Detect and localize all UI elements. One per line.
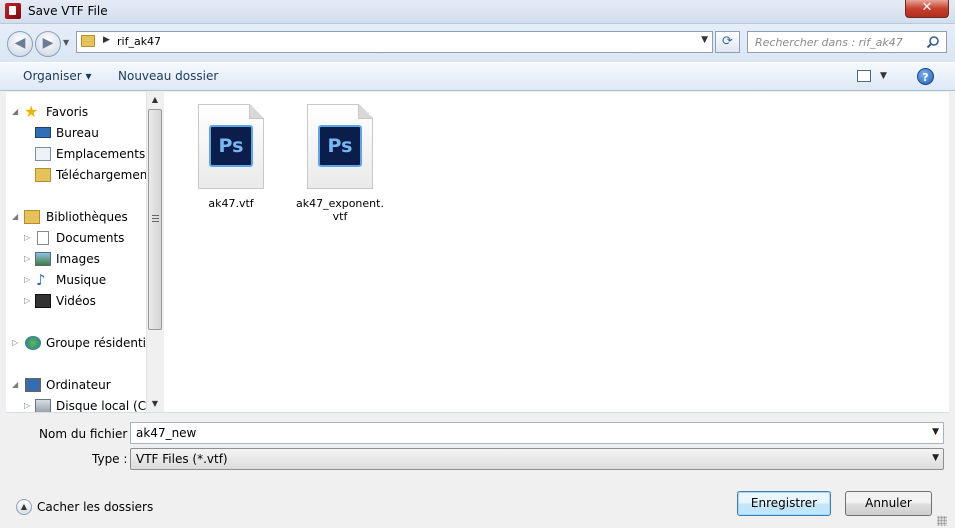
file-name: ak47.vtf [208,197,254,210]
app-icon [5,3,21,19]
scrollbar-thumb[interactable] [148,109,162,330]
navigation-pane: ◢ ★ Favoris Bureau Emplacements récents … [6,92,163,412]
search-input[interactable] [748,32,918,52]
window-title: Save VTF File [28,4,108,18]
tree-item-label: Téléchargements [56,168,159,182]
expand-arrow-icon[interactable]: ▷ [24,291,34,311]
refresh-button[interactable]: ⟳ [715,31,740,53]
videos-icon [35,294,51,308]
file-type-value: VTF Files (*.vtf) [136,452,228,466]
scroll-grip-icon [152,215,159,222]
tree-item-label: Images [56,252,100,266]
recent-locations-dropdown-icon[interactable]: ▼ [63,38,69,47]
folder-icon [81,35,95,47]
tree-item-label: Ordinateur [46,378,111,392]
expand-arrow-icon[interactable]: ▷ [24,249,34,269]
local-disk-icon [35,399,51,412]
new-folder-button[interactable]: Nouveau dossier [118,69,218,83]
address-dropdown-icon[interactable]: ▼ [701,35,708,45]
tree-item-label: Favoris [46,105,89,119]
downloads-folder-icon [35,168,51,182]
type-label: Type : [92,452,128,466]
collapse-arrow-icon[interactable]: ◢ [12,375,22,395]
tree-item-label: Vidéos [56,294,96,308]
tree-item-label: Disque local (C:) [56,399,155,412]
file-list-pane: Ps ak47.vtf Ps ak47_exponent.vtf [164,92,949,412]
tree-item-label: Bureau [56,126,99,140]
back-button[interactable]: ◀ [7,31,33,57]
breadcrumb-separator-icon[interactable]: ▶ [103,35,110,45]
navigation-bar: ◀ ▶ ▼ ▶ rif_ak47 ▼ ⟳ [0,24,955,62]
collapse-arrow-icon[interactable]: ◢ [12,102,22,122]
chevron-up-icon[interactable]: ▲ [16,499,32,515]
breadcrumb-item[interactable]: rif_ak47 [117,35,161,48]
change-view-icon[interactable] [857,70,871,82]
recent-places-icon [35,147,51,161]
organiser-menu-button[interactable]: Organiser ▾ [23,69,91,83]
save-button[interactable]: Enregistrer [737,491,831,516]
homegroup-icon [25,336,41,350]
photoshop-file-icon: Ps [209,125,253,167]
filename-input[interactable] [131,423,911,443]
file-name: ak47_exponent.vtf [296,197,384,223]
chevron-down-icon[interactable]: ▼ [932,453,939,463]
close-button[interactable]: ✕ [905,0,949,18]
help-icon[interactable]: ? [917,68,934,85]
file-item-ak47-exponent[interactable]: Ps ak47_exponent.vtf [290,104,390,223]
tree-item-label: Groupe résidentiel [46,336,157,350]
hide-folders-label[interactable]: Cacher les dossiers [37,500,153,514]
search-box[interactable] [747,31,947,53]
navigation-pane-scrollbar[interactable]: ▲ ▼ [146,92,163,412]
file-document-icon: Ps [198,104,264,189]
file-item-ak47[interactable]: Ps ak47.vtf [181,104,281,210]
star-icon: ★ [24,102,39,121]
expand-arrow-icon[interactable]: ▷ [24,228,34,248]
resize-grip[interactable] [937,516,947,526]
forward-button[interactable]: ▶ [35,31,61,57]
cancel-button[interactable]: Annuler [845,491,932,516]
documents-icon [37,231,49,245]
filename-label: Nom du fichier : [39,427,136,441]
expand-arrow-icon[interactable]: ▷ [24,396,34,412]
tree-item-label: Bibliothèques [46,210,128,224]
photoshop-file-icon: Ps [318,125,362,167]
computer-icon [25,378,41,392]
desktop-icon [35,127,51,138]
scroll-up-icon[interactable]: ▲ [147,92,163,108]
scroll-down-icon[interactable]: ▼ [147,396,163,412]
music-icon: ♪ [36,271,46,289]
pictures-icon [35,252,51,266]
filename-field[interactable]: ▼ [130,422,944,444]
expand-arrow-icon[interactable]: ▷ [24,270,34,290]
tree-item-label: Musique [56,273,107,287]
title-bar: Save VTF File ✕ [0,0,955,24]
file-type-select[interactable]: VTF Files (*.vtf) ▼ [130,448,944,470]
expand-arrow-icon[interactable]: ▷ [12,333,22,353]
view-options-dropdown-icon[interactable]: ▼ [880,71,887,81]
save-form: Nom du fichier : ▼ Type : VTF Files (*.v… [6,412,949,528]
file-document-icon: Ps [307,104,373,189]
libraries-icon [24,210,40,224]
tree-item-label: Documents [56,231,125,245]
filename-dropdown-icon[interactable]: ▼ [932,427,939,437]
address-bar[interactable]: ▶ rif_ak47 ▼ [76,31,713,53]
collapse-arrow-icon[interactable]: ◢ [12,207,22,227]
command-toolbar: Organiser ▾ Nouveau dossier ▼ ? [0,62,955,91]
search-icon[interactable] [926,35,940,49]
